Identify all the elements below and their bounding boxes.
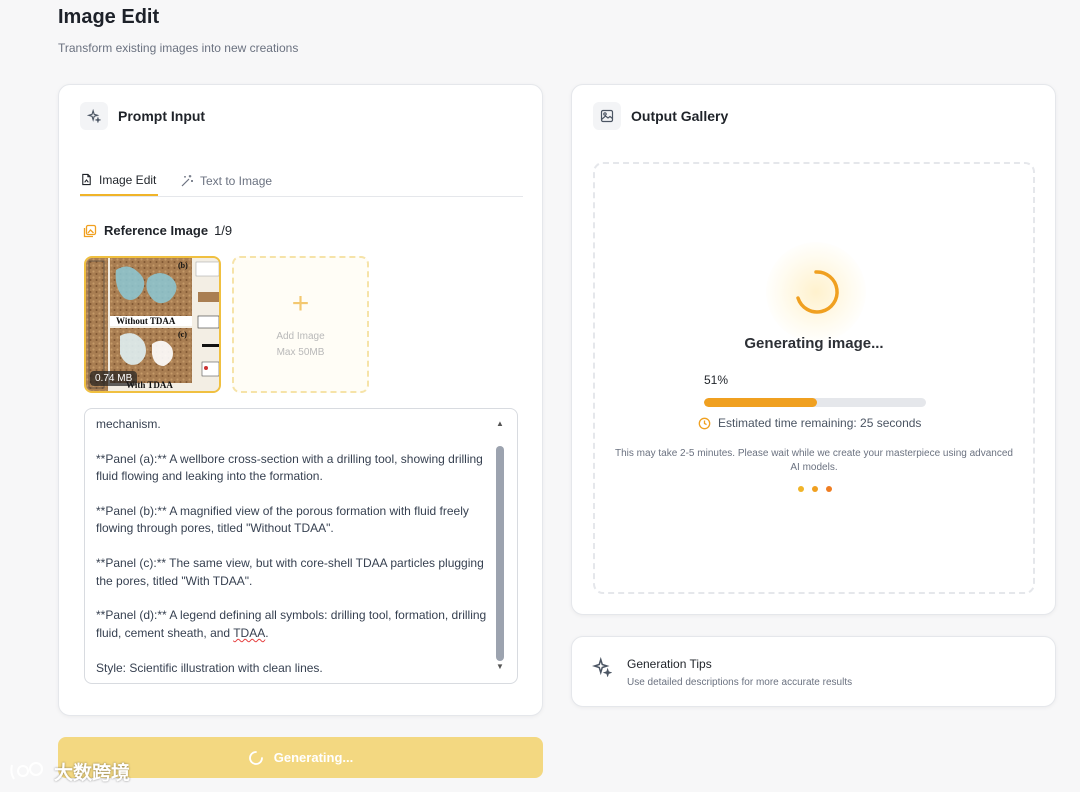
gallery-area: Generating image... 51% Estimated time r… [593,162,1035,594]
prompt-text: mechanism. **Panel (a):** A wellbore cro… [96,416,491,677]
generation-note: This may take 2-5 minutes. Please wait w… [615,448,1013,473]
add-image-button[interactable]: + Add Image Max 50MB [232,256,369,393]
thumb-panel-b: (b) [178,261,188,270]
page-subtitle: Transform existing images into new creat… [58,41,299,55]
magic-wand-icon [181,175,193,187]
prompt-input-header: Prompt Input [80,102,205,130]
generation-tips-card: Generation Tips Use detailed description… [571,636,1056,707]
loading-spinner-icon [248,750,263,765]
eta-row: Estimated time remaining: 25 seconds [698,416,921,430]
watermark-text: 大数跨境 [54,763,131,784]
generate-button[interactable]: Generating... [58,737,543,778]
progress-percent: 51% [704,373,729,387]
loading-dot [812,486,818,492]
add-image-label: Add Image [276,330,325,342]
mode-tabs: Image Edit Text to Image [80,165,523,197]
image-edit-icon [82,173,91,186]
thumbnail-size: 0.74 MB [90,371,138,386]
tab-image-edit-label: Image Edit [99,172,157,187]
prompt-textarea[interactable]: mechanism. **Panel (a):** A wellbore cro… [84,408,518,684]
reference-image-header: Reference Image 1/9 [83,223,232,238]
output-gallery-title: Output Gallery [631,108,729,124]
reference-image-count: 1/9 [214,223,233,238]
add-image-limit: Max 50MB [276,346,325,358]
prompt-input-card: Prompt Input Image Edit Text to Image Re… [58,84,543,716]
plus-icon: + [291,286,310,320]
image-icon [593,102,621,130]
scroll-up-arrow-icon[interactable]: ▲ [496,419,504,428]
tips-description: Use detailed descriptions for more accur… [627,677,853,688]
output-gallery-card: Output Gallery Generating image... 51% E… [571,84,1056,615]
loading-dot [826,486,832,492]
reference-image-thumbnail[interactable]: Without TDAA With TDAA (b) (c) 0.74 MB [84,256,221,393]
image-stack-icon [83,224,97,237]
clock-icon [698,417,711,429]
tab-text-to-image[interactable]: Text to Image [180,165,272,197]
reference-image-label: Reference Image [104,223,209,238]
watermark: 大数跨境 [8,758,130,785]
generating-status: Generating image... [744,335,884,352]
prompt-input-title: Prompt Input [118,108,206,124]
sparkles-icon [80,102,108,130]
loading-dots [798,486,840,492]
tab-image-edit[interactable]: Image Edit [80,165,159,196]
progress-bar-fill [704,398,818,407]
scrollbar-thumb[interactable] [496,446,504,661]
output-gallery-header: Output Gallery [593,102,728,130]
tips-title: Generation Tips [627,657,712,671]
scroll-down-arrow-icon[interactable]: ▼ [496,662,504,671]
add-image-text: Add Image Max 50MB [276,329,324,361]
page-title: Image Edit [58,6,160,28]
tab-text-to-image-label: Text to Image [200,174,273,188]
thumb-panel-c: (c) [178,330,187,339]
loading-spinner-icon [796,270,839,314]
generate-button-label: Generating... [273,750,354,765]
loading-dot [798,486,804,492]
watermark-logo-icon [10,761,43,780]
eta-text: Estimated time remaining: 25 seconds [718,416,922,430]
progress-bar [704,398,926,407]
sparkles-icon [592,657,612,677]
prompt-text-misspelled: TDAA [233,625,266,640]
prompt-text-main: mechanism. **Panel (a):** A wellbore cro… [96,417,487,640]
thumb-text-without: Without TDAA [116,316,176,326]
